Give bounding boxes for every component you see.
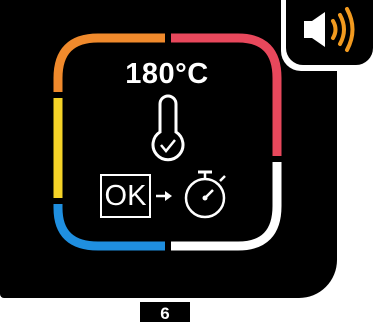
- ok-button-symbol: OK: [100, 174, 151, 218]
- step-number: 6: [140, 302, 190, 323]
- arrow-right-icon: [156, 191, 172, 201]
- timer-center-dot: [202, 195, 208, 201]
- speaker-icon: [304, 7, 355, 52]
- temperature-display: 180°C: [125, 58, 209, 90]
- oven-instruction-screen: 180°C OK 6: [0, 0, 378, 323]
- thermometer-check-icon: [151, 94, 185, 162]
- sound-badge[interactable]: [281, 0, 378, 71]
- timer-icon: [184, 170, 226, 219]
